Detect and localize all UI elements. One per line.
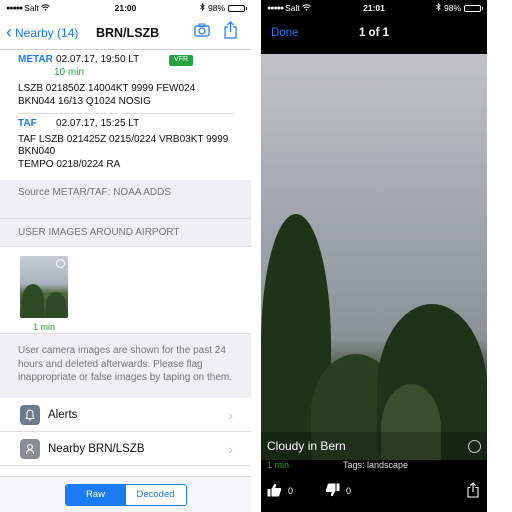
location-icon — [20, 438, 40, 459]
user-images-strip: 1 min — [0, 246, 251, 334]
metar-age: 10 min — [54, 66, 85, 78]
back-button[interactable]: ‹ Nearby (14) — [6, 21, 79, 42]
wifi-icon — [40, 3, 50, 13]
chevron-left-icon: ‹ — [6, 21, 12, 42]
vfr-badge: VFR — [169, 54, 193, 66]
like-count: 0 — [288, 486, 294, 496]
battery-icon — [464, 4, 483, 12]
segment-raw[interactable]: Raw — [65, 484, 126, 505]
photo-tags: Tags: landscape — [343, 460, 409, 470]
thumbnail-age: 1 min — [32, 322, 55, 332]
bottom-toolbar: Raw Decoded — [0, 476, 251, 512]
carrier-name: Salt — [24, 3, 39, 13]
alerts-label: Alerts — [48, 408, 78, 421]
images-disclaimer: User camera images are shown for the pas… — [0, 334, 251, 398]
carrier-name: Salt — [285, 3, 300, 13]
bell-icon — [20, 404, 40, 425]
user-icon — [56, 259, 65, 268]
taf-block[interactable]: TAF 02.07.17, 15:25 LT TAF LSZB 021425Z … — [18, 118, 233, 176]
nav-bar: ‹ Nearby (14) BRN/LSZB — [0, 16, 251, 50]
share-icon[interactable] — [467, 482, 479, 500]
back-label: Nearby (14) — [15, 25, 79, 40]
page-title: BRN/LSZB — [96, 25, 160, 40]
photo-actions: 0 0 — [267, 482, 479, 500]
alerts-row[interactable]: Alerts › — [0, 398, 251, 432]
camera-icon[interactable] — [194, 23, 210, 42]
battery-percent: 98% — [207, 3, 225, 13]
photo-age: 1 min — [267, 460, 290, 470]
bluetooth-icon — [200, 2, 205, 13]
segment-decoded[interactable]: Decoded — [125, 484, 186, 505]
done-button[interactable]: Done — [271, 27, 299, 39]
status-bar: ●●●●● Salt 21:00 98% — [0, 0, 251, 16]
airport-weather-screen: ●●●●● Salt 21:00 98% ‹ Nearby (14) BRN/L… — [0, 0, 251, 512]
bluetooth-icon — [436, 2, 441, 13]
chevron-right-icon: › — [228, 406, 233, 423]
source-note: Source METAR/TAF: NOAA ADDS — [0, 180, 251, 218]
raw-decoded-segmented-control: Raw Decoded — [64, 483, 187, 506]
dislike-count: 0 — [346, 486, 352, 496]
nearby-row[interactable]: Nearby BRN/LSZB › — [0, 432, 251, 466]
signal-icon: ●●●●● — [267, 4, 284, 12]
nearby-label: Nearby BRN/LSZB — [48, 442, 145, 455]
metar-block[interactable]: METAR 02.07.17, 19:50 LT VFR 10 min LSZB… — [18, 54, 233, 114]
photo-caption-bar: Cloudy in Bern — [261, 432, 487, 460]
taf-tempo: TEMPO 0218/0224 RA — [18, 158, 121, 170]
thumbs-down-icon[interactable] — [325, 483, 340, 499]
battery-icon — [228, 4, 247, 12]
taf-label: TAF — [18, 118, 37, 129]
viewer-nav-bar: Done 1 of 1 — [261, 16, 487, 50]
weather-reports: METAR 02.07.17, 19:50 LT VFR 10 min LSZB… — [0, 50, 251, 176]
signal-icon: ●●●●● — [6, 4, 23, 12]
thumbs-up-icon[interactable] — [267, 483, 282, 499]
user-icon[interactable] — [468, 439, 481, 453]
metar-date: 02.07.17, 19:50 LT — [56, 54, 140, 65]
user-photo[interactable] — [261, 54, 487, 460]
section-header-user-images: USER IMAGES AROUND AIRPORT — [0, 218, 251, 246]
status-bar: ●●●●● Salt 21:01 98% — [261, 0, 487, 16]
photo-meta: 1 min Tags: landscape — [267, 460, 481, 470]
battery-percent: 98% — [443, 3, 461, 13]
photo-caption: Cloudy in Bern — [267, 439, 346, 453]
chevron-right-icon: › — [228, 440, 233, 457]
metar-raw: LSZB 021850Z 14004KT 9999 FEW024 BKN044 … — [18, 83, 196, 107]
image-viewer-screen: ●●●●● Salt 21:01 98% Done 1 of 1 Cloudy … — [261, 0, 487, 512]
taf-raw: TAF LSZB 021425Z 0215/0224 VRB03KT 9999 … — [18, 133, 229, 158]
wifi-icon — [301, 3, 311, 13]
share-icon[interactable] — [224, 21, 237, 44]
taf-date: 02.07.17, 15:25 LT — [56, 118, 140, 129]
metar-label: METAR — [18, 54, 53, 65]
user-image-thumbnail[interactable] — [20, 256, 68, 318]
